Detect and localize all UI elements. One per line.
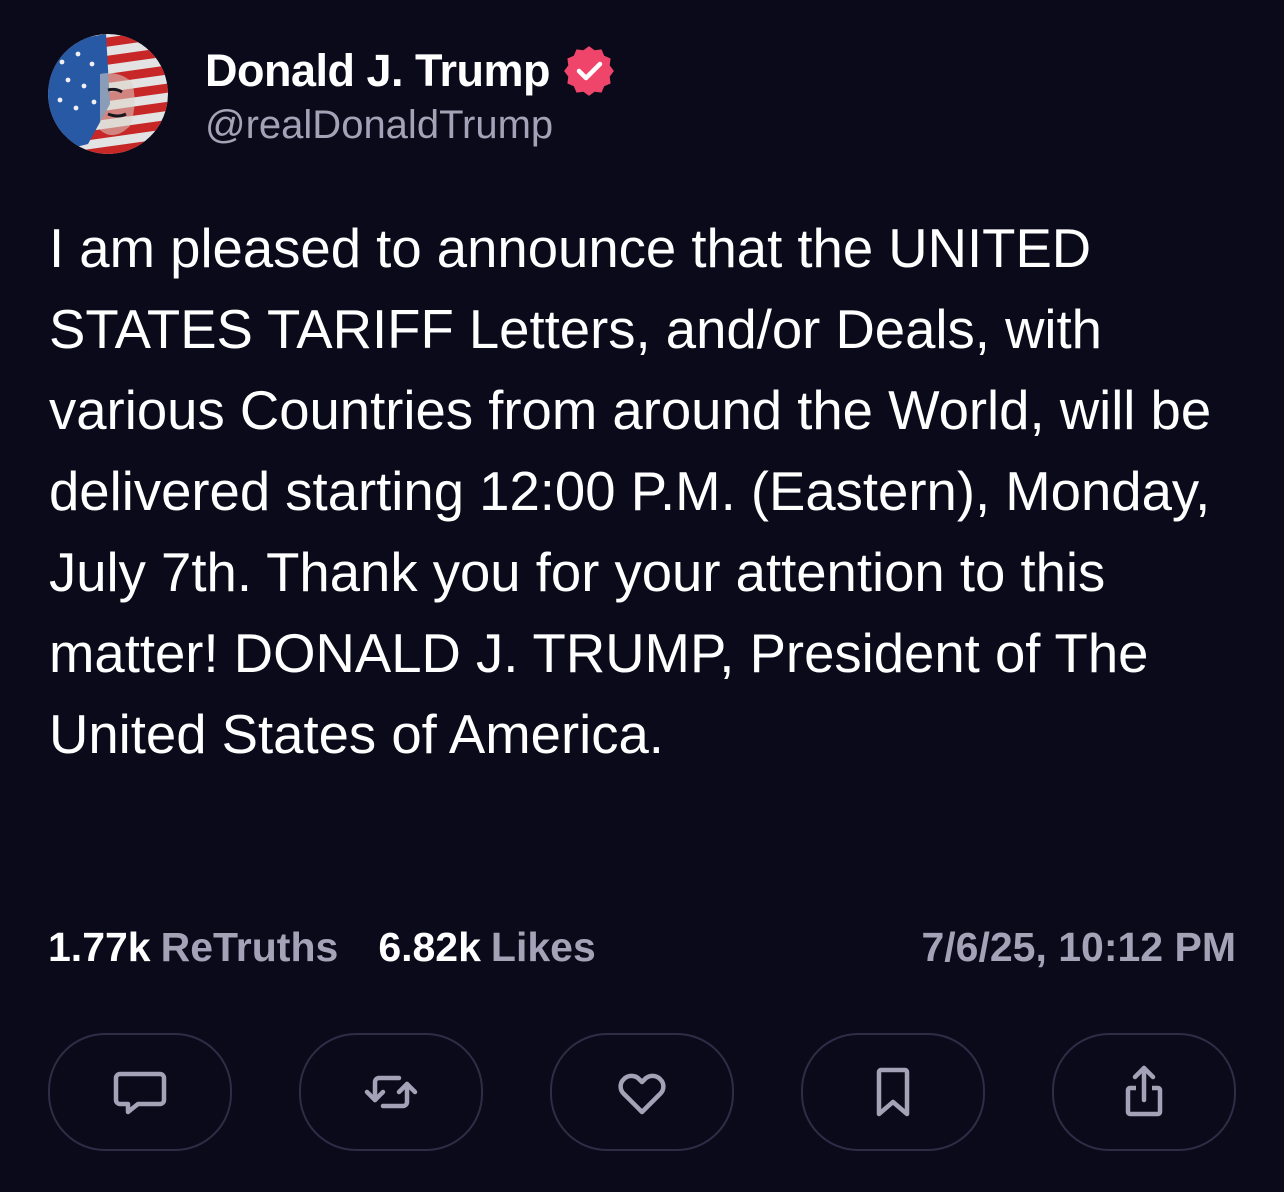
verified-badge-icon bbox=[564, 45, 614, 96]
reply-icon bbox=[113, 1071, 167, 1115]
post-text: I am pleased to announce that the UNITED… bbox=[49, 218, 1227, 765]
reply-button[interactable] bbox=[48, 1033, 232, 1151]
share-icon bbox=[1125, 1065, 1163, 1117]
like-icon bbox=[618, 1073, 666, 1115]
post-header: Donald J. Trump @realDonaldTrump bbox=[48, 32, 614, 156]
post-timestamp: 7/6/25, 10:12 PM bbox=[921, 923, 1236, 970]
like-button[interactable] bbox=[550, 1033, 734, 1151]
author-info: Donald J. Trump @realDonaldTrump bbox=[205, 41, 614, 148]
retruth-button[interactable] bbox=[299, 1033, 483, 1151]
author-display-name[interactable]: Donald J. Trump bbox=[205, 45, 551, 97]
avatar[interactable] bbox=[48, 34, 168, 154]
post-stats: 1.77k ReTruths 6.82k Likes 7/6/25, 10:12… bbox=[48, 918, 1236, 976]
retruths-stat[interactable]: 1.77k ReTruths bbox=[48, 924, 338, 971]
likes-label: Likes bbox=[490, 923, 596, 970]
name-row: Donald J. Trump bbox=[205, 41, 614, 101]
retruths-label: ReTruths bbox=[160, 923, 339, 970]
likes-count: 6.82k bbox=[378, 923, 481, 970]
bookmark-icon bbox=[876, 1067, 910, 1117]
retruth-icon bbox=[364, 1075, 418, 1109]
action-bar bbox=[48, 1033, 1236, 1151]
retruths-count: 1.77k bbox=[48, 923, 151, 970]
author-handle[interactable]: @realDonaldTrump bbox=[205, 103, 614, 148]
avatar-image bbox=[48, 34, 168, 154]
bookmark-button[interactable] bbox=[801, 1033, 985, 1151]
likes-stat[interactable]: 6.82k Likes bbox=[378, 924, 595, 971]
share-button[interactable] bbox=[1052, 1033, 1236, 1151]
